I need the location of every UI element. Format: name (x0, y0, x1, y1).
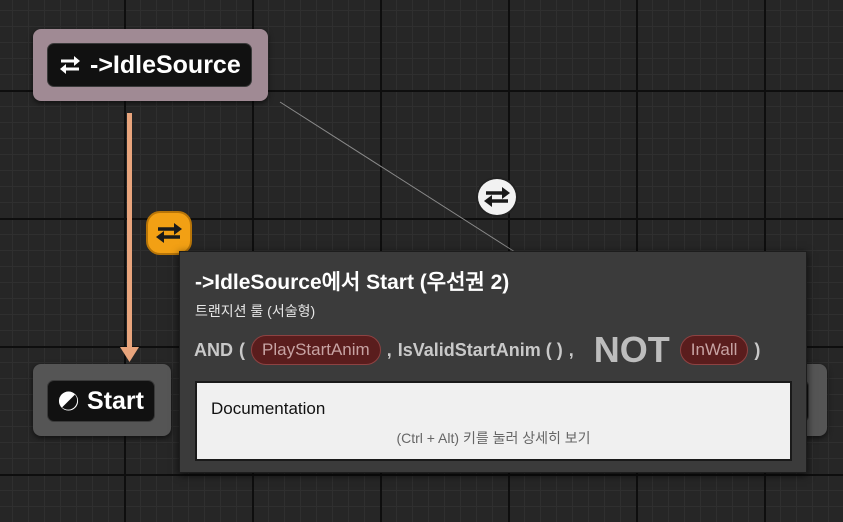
variable-pill-play-start-anim: PlayStartAnim (251, 335, 381, 365)
transition-arrows-icon (484, 187, 510, 207)
documentation-box: Documentation (Ctrl + Alt) 키를 눌러 상세히 보기 (195, 381, 792, 461)
state-node-start-label: Start (87, 386, 144, 415)
state-node-idle-source[interactable]: ->IdleSource (33, 29, 268, 101)
transition-arrow-head (120, 347, 139, 362)
selected-transition-wire (279, 101, 516, 253)
documentation-hint: (Ctrl + Alt) 키를 눌러 상세히 보기 (396, 430, 591, 446)
condition-comma: , (386, 339, 392, 360)
variable-pill-in-wall: InWall (679, 335, 749, 365)
transition-rule-icon[interactable] (476, 177, 518, 217)
transition-arrows-icon (60, 56, 80, 74)
condition-open-paren: ( (239, 339, 245, 360)
state-node-idle-source-label: ->IdleSource (90, 50, 241, 79)
transition-rule-icon-selected[interactable] (146, 211, 192, 255)
transition-tooltip: ->IdleSource에서 Start (우선권 2) 트랜지션 룰 (서술형… (179, 251, 807, 473)
transition-condition: AND ( PlayStartAnim , IsValidStartAnim (… (194, 329, 766, 370)
entry-state-icon (58, 391, 79, 411)
condition-and: AND (194, 339, 233, 360)
transition-arrows-icon (156, 223, 182, 243)
tooltip-title: ->IdleSource에서 Start (우선권 2) (195, 271, 510, 294)
condition-close-paren: ) (754, 339, 761, 360)
state-node-start[interactable]: Start (33, 364, 171, 436)
condition-comma: , (568, 339, 574, 360)
documentation-title: Documentation (211, 399, 326, 418)
transition-arrow-shaft (127, 113, 132, 349)
condition-not: NOT (593, 329, 670, 370)
state-node-idle-source-body[interactable]: ->IdleSource (47, 43, 252, 87)
condition-function-is-valid-start-anim: IsValidStartAnim ( ) (397, 339, 563, 360)
state-node-start-body[interactable]: Start (47, 380, 155, 422)
tooltip-subtitle: 트랜지션 룰 (서술형) (195, 303, 316, 319)
